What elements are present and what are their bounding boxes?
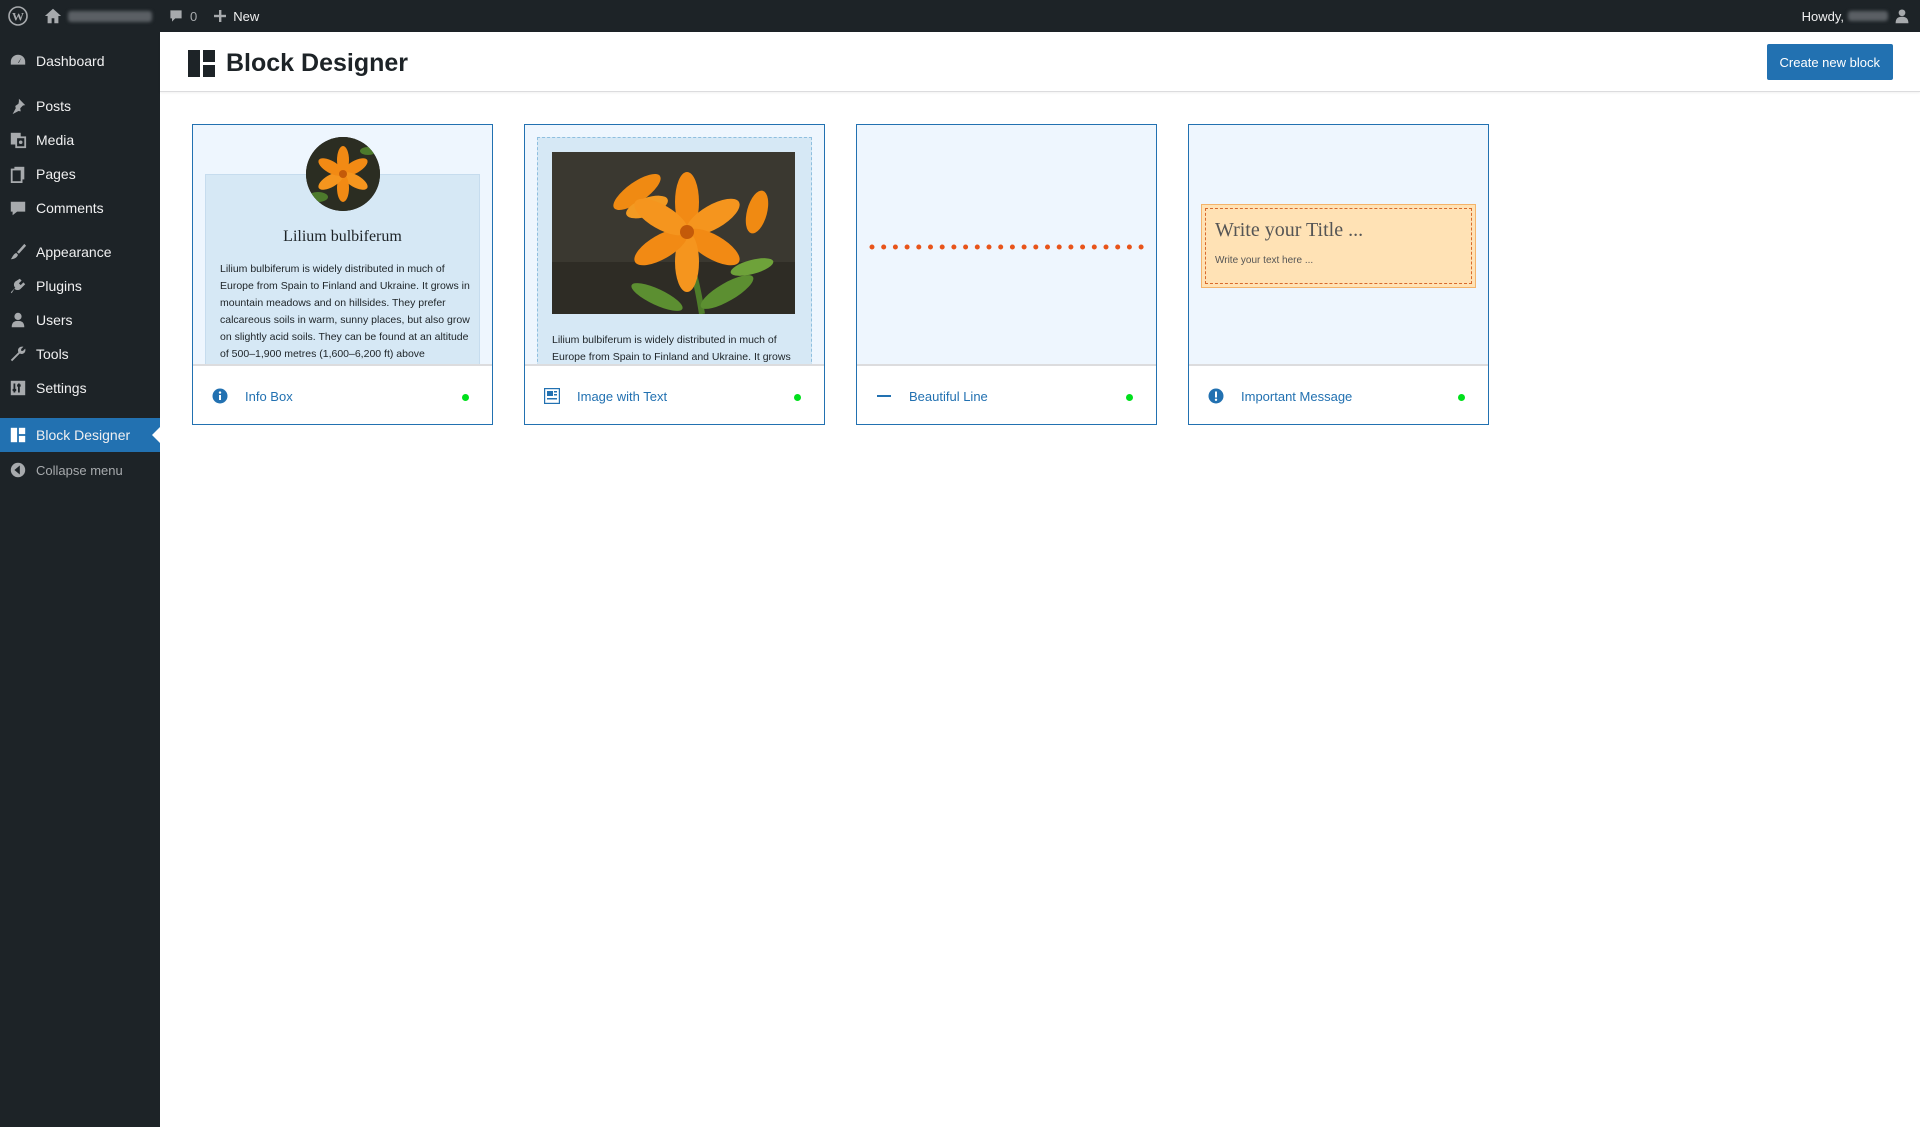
plugin-icon [0,277,36,295]
sidebar-item-pages[interactable]: Pages [0,157,160,191]
user-avatar-icon [1895,9,1909,24]
wrench-icon [0,345,36,363]
comments-count: 0 [190,8,198,24]
block-card-info-box[interactable]: Lilium bulbiferum Lilium bulbiferum is w… [192,124,493,425]
sidebar-item-label: Pages [36,166,76,182]
sidebar-item-appearance[interactable]: Appearance [0,235,160,269]
block-name: Image with Text [577,388,668,404]
info-box-title: Lilium bulbiferum [283,228,402,245]
block-designer-logo-icon [188,50,215,80]
plus-icon [214,10,227,22]
pushpin-icon [0,97,36,115]
block-name: Beautiful Line [909,388,988,404]
block-name: Important Message [1241,388,1353,404]
minus-line-icon [875,387,893,405]
block-name: Info Box [245,388,293,404]
block-card-footer[interactable]: Info Box [193,368,492,424]
block-layout-icon [0,426,36,444]
user-name-blurred [1848,11,1888,21]
block-preview: Lilium bulbiferum is widely distributed … [525,125,824,366]
flower-photo-image [552,152,795,314]
svg-text:W: W [12,10,24,24]
block-preview: Lilium bulbiferum Lilium bulbiferum is w… [193,125,492,366]
comment-bubble-icon [0,199,36,217]
comment-bubble-icon [170,10,182,22]
info-icon [211,387,229,405]
image-text-icon [543,387,561,405]
sidebar-item-label: Tools [36,346,69,362]
collapse-arrow-icon [0,461,36,479]
admin-sidebar: Dashboard Posts Media Pages Comments App… [0,32,160,1127]
sidebar-item-tools[interactable]: Tools [0,337,160,371]
settings-icon [0,379,36,397]
message-box: Write your Title ... Write your text her… [1201,204,1476,288]
site-name-link[interactable] [36,0,160,32]
sidebar-item-label: Settings [36,380,87,396]
comments-link[interactable]: 0 [160,0,205,32]
create-new-block-button[interactable]: Create new block [1766,44,1893,80]
sidebar-item-label: Plugins [36,278,82,294]
flower-avatar-image [306,137,380,211]
block-card-footer[interactable]: Beautiful Line [857,368,1156,424]
sidebar-item-label: Dashboard [36,53,105,69]
users-icon [0,311,36,329]
my-account-link[interactable]: Howdy, [1802,8,1920,24]
message-title: Write your Title ... [1215,219,1364,241]
block-card-footer[interactable]: Image with Text [525,368,824,424]
sidebar-item-dashboard[interactable]: Dashboard [0,44,160,78]
sidebar-item-plugins[interactable]: Plugins [0,269,160,303]
new-label: New [233,8,260,24]
dashboard-icon [0,52,36,70]
howdy-label: Howdy, [1801,8,1844,24]
paintbrush-icon [0,243,36,261]
sidebar-item-label: Comments [36,200,104,216]
page-header: Block Designer Create new block [160,32,1920,92]
sidebar-item-media[interactable]: Media [0,123,160,157]
media-icon [0,131,36,149]
sidebar-item-label: Media [36,132,75,148]
status-active-dot [1458,394,1465,401]
status-active-dot [462,394,469,401]
block-card-important-message[interactable]: Write your Title ... Write your text her… [1188,124,1489,425]
status-active-dot [794,394,801,401]
page-title: Block Designer [226,49,409,77]
block-preview: Write your Title ... Write your text her… [1189,125,1488,366]
block-card-footer[interactable]: Important Message [1189,368,1488,424]
sidebar-item-users[interactable]: Users [0,303,160,337]
home-icon [44,8,62,24]
sidebar-item-block-designer[interactable]: Block Designer [0,418,160,452]
image-text-frame: Lilium bulbiferum is widely distributed … [537,137,812,364]
info-box-text: Lilium bulbiferum is widely distributed … [220,263,470,360]
block-card-beautiful-line[interactable]: Beautiful Line [856,124,1157,425]
message-text: Write your text here ... [1215,255,1314,266]
new-content-link[interactable]: New [205,0,267,32]
block-preview [857,125,1156,366]
sidebar-item-label: Appearance [36,244,112,260]
sidebar-item-comments[interactable]: Comments [0,191,160,225]
sidebar-item-settings[interactable]: Settings [0,371,160,405]
sidebar-item-posts[interactable]: Posts [0,89,160,123]
collapse-menu-button[interactable]: Collapse menu [0,453,160,487]
sidebar-item-label: Block Designer [36,427,131,443]
admin-bar: W 0 New Howdy, [0,0,1920,32]
wordpress-logo-icon[interactable]: W [0,0,36,32]
sidebar-item-label: Users [36,312,73,328]
image-text-caption: Lilium bulbiferum is widely distributed … [552,334,791,363]
pages-icon [0,165,36,183]
site-name-blurred [68,10,152,22]
dotted-line-graphic [869,244,1148,250]
sidebar-item-label: Posts [36,98,72,114]
exclamation-icon [1207,387,1225,405]
status-active-dot [1126,394,1133,401]
collapse-menu-label: Collapse menu [36,462,123,478]
block-card-image-with-text[interactable]: Lilium bulbiferum is widely distributed … [524,124,825,425]
